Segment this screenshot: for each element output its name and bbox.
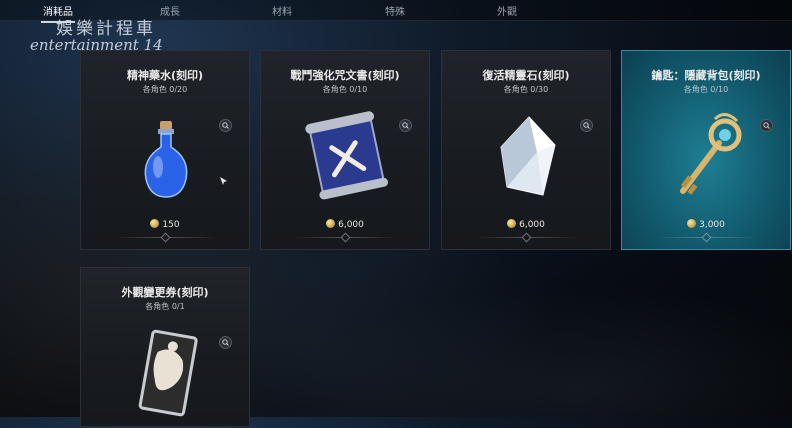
tab-materials[interactable]: 材料 xyxy=(272,3,292,18)
item-price: 6,000 xyxy=(442,219,610,230)
magnify-icon[interactable] xyxy=(219,336,232,349)
divider xyxy=(296,232,396,243)
divider xyxy=(657,232,757,243)
shop-item-card[interactable]: 戰鬥強化咒文書(刻印) 各角色 0/10 6,000 xyxy=(260,50,430,250)
item-price-value: 3,000 xyxy=(699,220,725,230)
item-price: 3,000 xyxy=(622,219,790,230)
item-purchase-limit: 各角色 0/10 xyxy=(683,85,729,94)
divider xyxy=(477,232,577,243)
item-title: 戰鬥強化咒文書(刻印) xyxy=(290,69,400,82)
item-title: 復活精靈石(刻印) xyxy=(482,69,570,82)
ticket-icon xyxy=(116,324,216,424)
blue-potion-icon xyxy=(116,107,216,207)
key-icon xyxy=(657,107,757,207)
shop-item-card[interactable]: 復活精靈石(刻印) 各角色 0/30 6,000 xyxy=(441,50,611,250)
tab-growth[interactable]: 成長 xyxy=(160,3,180,18)
coin-icon xyxy=(150,219,160,228)
shop-item-card-selected[interactable]: 鑰匙：隱藏背包(刻印) 各角色 0/10 3,000 xyxy=(621,50,791,250)
background-mist xyxy=(255,268,792,417)
magnify-icon[interactable] xyxy=(219,119,232,132)
coin-icon xyxy=(326,219,336,228)
tab-special[interactable]: 特殊 xyxy=(385,3,405,18)
crystal-icon xyxy=(477,107,577,207)
item-price-value: 150 xyxy=(162,220,180,230)
item-title: 鑰匙：隱藏背包(刻印) xyxy=(651,69,761,82)
tab-appearance[interactable]: 外觀 xyxy=(497,3,517,18)
divider xyxy=(116,232,216,243)
scroll-icon xyxy=(296,107,396,207)
shop-item-card[interactable]: 精神藥水(刻印) 各角色 0/20 150 xyxy=(80,50,250,250)
magnify-icon[interactable] xyxy=(580,119,593,132)
coin-icon xyxy=(507,219,517,228)
item-title: 精神藥水(刻印) xyxy=(126,69,204,82)
coin-icon xyxy=(687,219,697,228)
item-purchase-limit: 各角色 0/20 xyxy=(142,85,188,94)
item-price-value: 6,000 xyxy=(338,220,364,230)
magnify-icon[interactable] xyxy=(760,119,773,132)
item-purchase-limit: 各角色 0/30 xyxy=(503,85,549,94)
shop-item-card[interactable]: 外觀變更券(刻印) 各角色 0/1 xyxy=(80,267,250,427)
item-price: 6,000 xyxy=(261,219,429,230)
item-price-value: 6,000 xyxy=(519,220,545,230)
mouse-cursor-icon xyxy=(220,177,227,185)
item-purchase-limit: 各角色 0/10 xyxy=(322,85,368,94)
item-title: 外觀變更券(刻印) xyxy=(121,286,209,299)
item-price: 150 xyxy=(81,219,249,230)
magnify-icon[interactable] xyxy=(399,119,412,132)
item-purchase-limit: 各角色 0/1 xyxy=(145,302,185,311)
